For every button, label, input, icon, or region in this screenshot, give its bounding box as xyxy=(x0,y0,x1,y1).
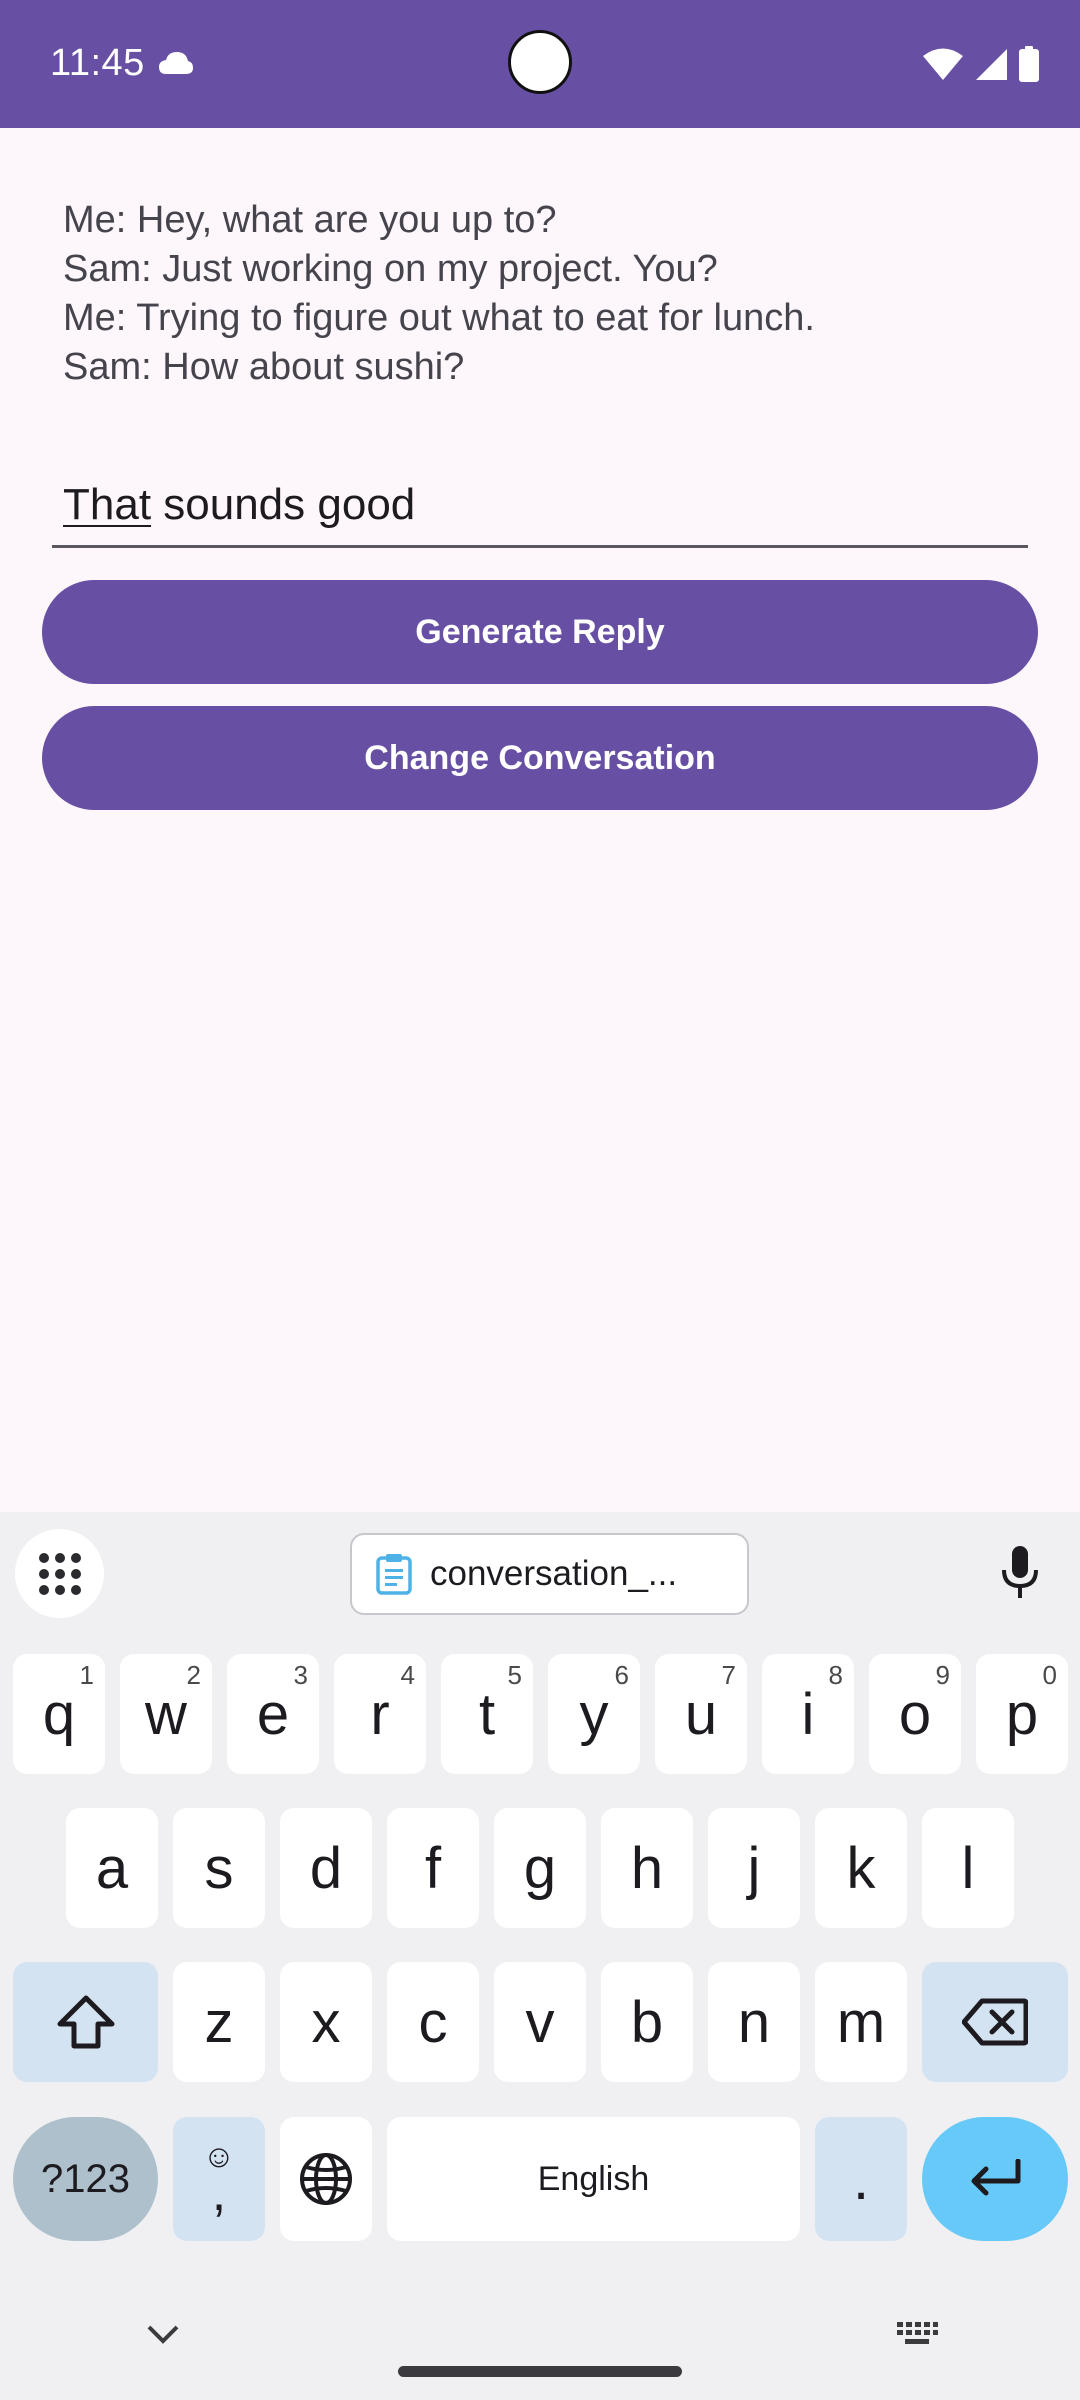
key-b[interactable]: b xyxy=(601,1962,693,2082)
keyboard: conversation_... q1 w2 e3 r4 t5 y6 u7 i8… xyxy=(0,1512,1080,2400)
clipboard-icon xyxy=(376,1554,412,1595)
conversation-text: Me: Hey, what are you up to? Sam: Just w… xyxy=(63,196,1023,392)
main-content: Me: Hey, what are you up to? Sam: Just w… xyxy=(0,128,1080,1512)
key-q[interactable]: q1 xyxy=(13,1654,105,1774)
status-bar: 11:45 xyxy=(0,0,1080,128)
status-icons xyxy=(922,44,1040,84)
key-i[interactable]: i8 xyxy=(762,1654,854,1774)
reply-rest-text: sounds good xyxy=(151,480,416,529)
cellular-signal-icon xyxy=(976,49,1007,80)
key-label: o xyxy=(898,1681,932,1747)
key-hint: 3 xyxy=(293,1660,308,1690)
key-g[interactable]: g xyxy=(494,1808,586,1928)
key-label: t xyxy=(478,1681,496,1747)
backspace-key[interactable] xyxy=(922,1962,1068,2082)
chevron-down-icon[interactable] xyxy=(145,2322,181,2346)
key-label: y xyxy=(579,1681,609,1747)
key-c[interactable]: c xyxy=(387,1962,479,2082)
key-label: i xyxy=(801,1681,815,1747)
key-z[interactable]: z xyxy=(173,1962,265,2082)
key-label: r xyxy=(370,1681,390,1747)
conversation-line: Me: Trying to figure out what to eat for… xyxy=(63,297,815,339)
reply-input-text: That sounds good xyxy=(63,480,415,530)
key-hint: 0 xyxy=(1042,1660,1057,1690)
key-hint: 2 xyxy=(186,1660,201,1690)
key-hint: 8 xyxy=(828,1660,843,1690)
key-o[interactable]: o9 xyxy=(869,1654,961,1774)
key-hint: 5 xyxy=(507,1660,522,1690)
wifi-icon xyxy=(923,48,963,80)
key-n[interactable]: n xyxy=(708,1962,800,2082)
key-p[interactable]: p0 xyxy=(976,1654,1068,1774)
reply-input[interactable]: That sounds good xyxy=(52,476,1028,548)
composing-word: That xyxy=(63,480,152,529)
shift-key[interactable] xyxy=(13,1962,158,2082)
key-k[interactable]: k xyxy=(815,1808,907,1928)
key-h[interactable]: h xyxy=(601,1808,693,1928)
backspace-icon xyxy=(962,1998,1028,2046)
microphone-icon xyxy=(1002,1546,1038,1598)
key-label: e xyxy=(256,1681,290,1747)
key-s[interactable]: s xyxy=(173,1808,265,1928)
globe-icon xyxy=(300,2153,352,2205)
key-w[interactable]: w2 xyxy=(120,1654,212,1774)
battery-icon xyxy=(1019,46,1039,82)
key-hint: 6 xyxy=(614,1660,629,1690)
keyboard-switch-icon[interactable] xyxy=(895,2320,939,2348)
camera-cutout xyxy=(508,30,572,94)
space-key[interactable]: English xyxy=(387,2117,800,2241)
key-x[interactable]: x xyxy=(280,1962,372,2082)
status-time: 11:45 xyxy=(50,42,145,84)
key-label: q xyxy=(42,1681,76,1747)
conversation-line: Sam: Just working on my project. You? xyxy=(63,248,718,290)
conversation-line: Me: Hey, what are you up to? xyxy=(63,199,557,241)
key-hint: 4 xyxy=(400,1660,415,1690)
language-switch-key[interactable] xyxy=(280,2117,372,2241)
key-hint: 9 xyxy=(935,1660,950,1690)
key-hint: 1 xyxy=(79,1660,94,1690)
symbols-key[interactable]: ?123 xyxy=(13,2117,158,2241)
grid-icon xyxy=(38,1552,81,1595)
key-d[interactable]: d xyxy=(280,1808,372,1928)
clipboard-suggestion-chip[interactable]: conversation_... xyxy=(350,1533,749,1615)
enter-key[interactable] xyxy=(922,2117,1068,2241)
change-conversation-button[interactable]: Change Conversation xyxy=(42,706,1038,810)
key-label: u xyxy=(684,1681,718,1747)
key-y[interactable]: y6 xyxy=(548,1654,640,1774)
key-a[interactable]: a xyxy=(66,1808,158,1928)
period-key[interactable]: . xyxy=(815,2117,907,2241)
key-f[interactable]: f xyxy=(387,1808,479,1928)
key-label: w xyxy=(145,1681,187,1747)
enter-icon xyxy=(971,2159,1021,2196)
key-e[interactable]: e3 xyxy=(227,1654,319,1774)
key-l[interactable]: l xyxy=(922,1808,1014,1928)
key-t[interactable]: t5 xyxy=(441,1654,533,1774)
key-j[interactable]: j xyxy=(708,1808,800,1928)
comma-label: , xyxy=(211,2164,227,2222)
key-v[interactable]: v xyxy=(494,1962,586,2082)
conversation-line: Sam: How about sushi? xyxy=(63,346,465,388)
shift-icon xyxy=(57,1995,114,2049)
key-m[interactable]: m xyxy=(815,1962,907,2082)
key-label: p xyxy=(1005,1681,1039,1747)
key-u[interactable]: u7 xyxy=(655,1654,747,1774)
keyboard-apps-button[interactable] xyxy=(15,1529,104,1618)
clipboard-chip-label: conversation_... xyxy=(430,1554,678,1593)
home-indicator[interactable] xyxy=(398,2366,682,2377)
generate-reply-button[interactable]: Generate Reply xyxy=(42,580,1038,684)
key-r[interactable]: r4 xyxy=(334,1654,426,1774)
emoji-comma-key[interactable]: ☺ , xyxy=(173,2117,265,2241)
cloud-icon xyxy=(159,52,193,74)
key-hint: 7 xyxy=(721,1660,736,1690)
voice-input-button[interactable] xyxy=(994,1540,1046,1604)
